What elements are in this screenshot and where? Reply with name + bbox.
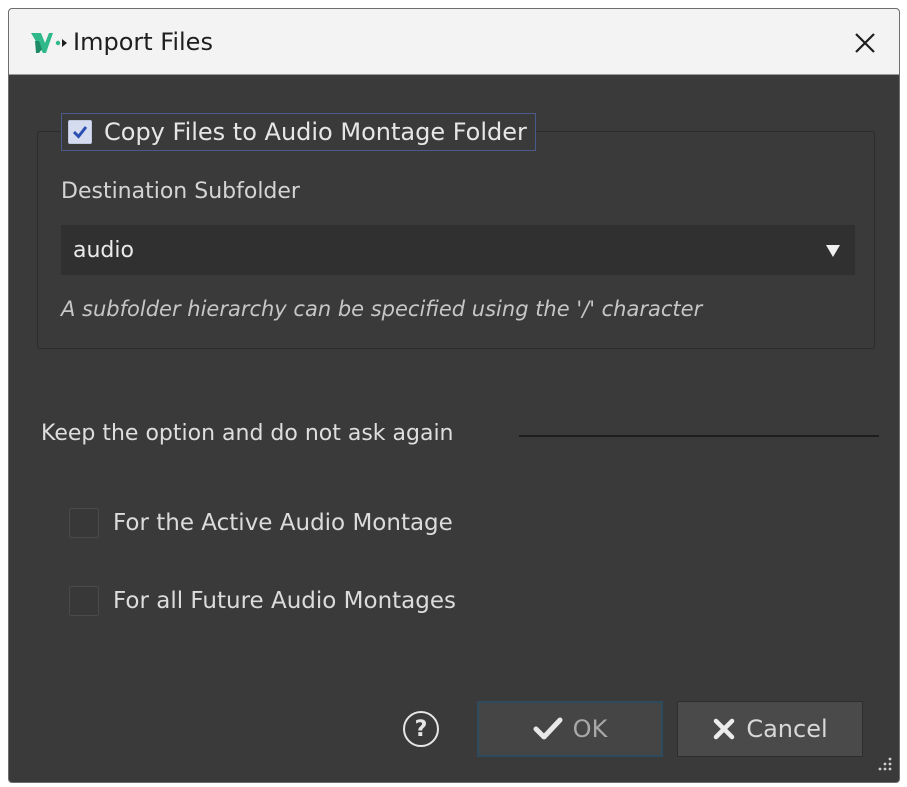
copy-files-checkbox-row[interactable]: Copy Files to Audio Montage Folder xyxy=(61,113,536,151)
ok-label: OK xyxy=(572,715,608,743)
help-button[interactable]: ? xyxy=(403,711,439,747)
dropdown-arrow-icon xyxy=(825,243,841,262)
resize-grip-icon[interactable] xyxy=(877,756,893,776)
checkmark-icon xyxy=(72,126,88,139)
checkmark-icon xyxy=(533,717,563,740)
cancel-button[interactable]: Cancel xyxy=(677,701,863,757)
future-montages-label: For all Future Audio Montages xyxy=(113,588,457,614)
copy-files-label: Copy Files to Audio Montage Folder xyxy=(104,118,527,146)
heading-divider xyxy=(519,435,879,437)
option-future-montages[interactable]: For all Future Audio Montages xyxy=(69,583,456,619)
title-bar[interactable]: Import Files xyxy=(9,9,899,75)
help-icon: ? xyxy=(414,716,428,742)
active-montage-checkbox[interactable] xyxy=(69,508,99,538)
active-montage-label: For the Active Audio Montage xyxy=(113,510,453,536)
subfolder-hint-text: A subfolder hierarchy can be specified u… xyxy=(61,297,703,321)
ok-button[interactable]: OK xyxy=(477,701,663,757)
future-montages-checkbox[interactable] xyxy=(69,586,99,616)
keep-option-heading: Keep the option and do not ask again xyxy=(41,421,454,446)
destination-subfolder-value: audio xyxy=(73,237,134,263)
cancel-label: Cancel xyxy=(746,715,828,743)
destination-subfolder-dropdown[interactable]: audio xyxy=(61,225,855,275)
option-active-montage[interactable]: For the Active Audio Montage xyxy=(69,505,453,541)
import-files-dialog: Import Files Copy Files to Audio Montage… xyxy=(8,8,900,783)
dialog-title: Import Files xyxy=(73,28,213,56)
copy-files-checkbox[interactable] xyxy=(68,120,92,144)
cross-icon xyxy=(714,718,735,740)
wavelab-logo-icon xyxy=(29,29,69,57)
close-icon xyxy=(855,33,875,53)
close-button[interactable] xyxy=(845,23,885,63)
destination-subfolder-label: Destination Subfolder xyxy=(61,179,300,204)
